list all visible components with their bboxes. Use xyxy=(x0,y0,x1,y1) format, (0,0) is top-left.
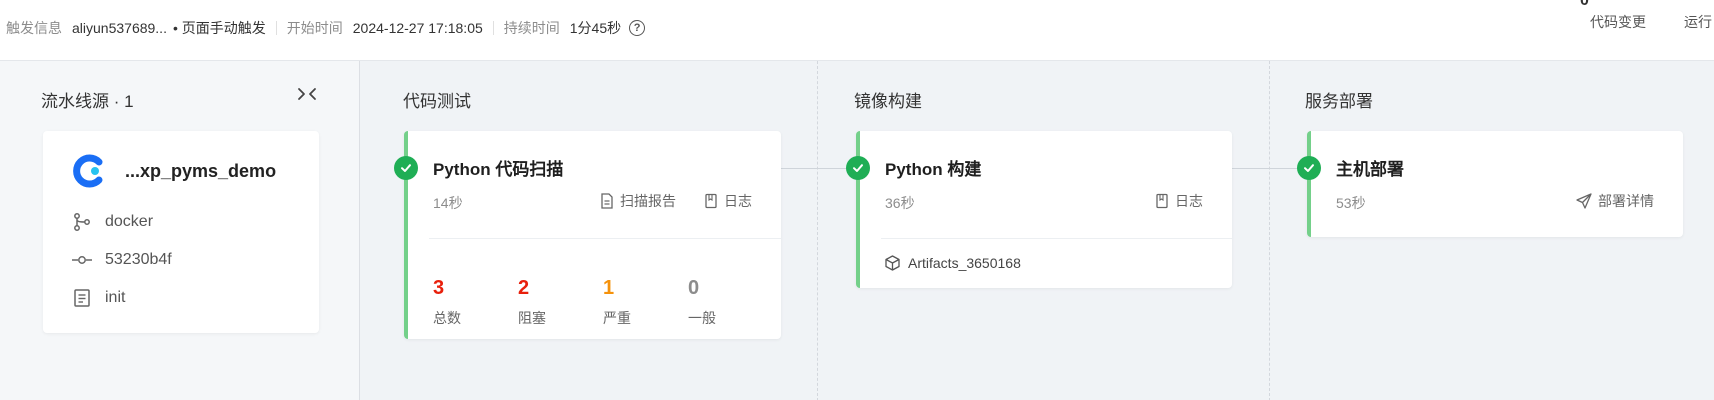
deploy-details-link[interactable]: 部署详情 xyxy=(1576,191,1654,211)
metric-blocker[interactable]: 2 阻塞 xyxy=(518,277,546,328)
stage-title-deploy: 服务部署 xyxy=(1305,92,1373,111)
source-title: 流水线源 · 1 xyxy=(41,92,134,111)
stage-title-test: 代码测试 xyxy=(403,92,471,111)
job-duration: 14秒 xyxy=(433,195,463,211)
code-changes-label[interactable]: 代码变更 xyxy=(1590,12,1646,32)
file-icon xyxy=(600,193,614,209)
metric-blocker-label: 阻塞 xyxy=(518,310,546,326)
collapse-arrows-icon[interactable] xyxy=(296,83,318,105)
card-divider xyxy=(881,238,1232,239)
book-icon xyxy=(1155,193,1169,209)
metric-critical-value: 1 xyxy=(603,277,615,299)
meta-divider xyxy=(275,21,277,35)
artifact-link[interactable]: Artifacts_3650168 xyxy=(885,255,1021,271)
job-name[interactable]: Python 代码扫描 xyxy=(433,155,563,180)
metric-critical-label: 严重 xyxy=(603,310,631,326)
log-link[interactable]: 日志 xyxy=(1155,191,1203,211)
log-label: 日志 xyxy=(1175,193,1203,209)
stage-connector xyxy=(1232,168,1300,169)
trigger-mode: • 页面手动触发 xyxy=(172,20,266,36)
source-branch-row: docker xyxy=(71,211,153,233)
branch-icon xyxy=(71,211,93,233)
metric-normal-value: 0 xyxy=(688,277,700,299)
duration-label: 持续时间 xyxy=(503,20,560,36)
start-time-label: 开始时间 xyxy=(286,20,343,36)
log-link[interactable]: 日志 xyxy=(704,191,752,211)
commit-message: init xyxy=(105,289,126,306)
code-changes-count: 0 xyxy=(1580,0,1589,9)
stage-divider xyxy=(817,61,818,400)
card-divider xyxy=(429,238,781,239)
run-meta: 触发信息 aliyun537689... • 页面手动触发 开始时间 2024-… xyxy=(6,18,646,38)
source-message-row: init xyxy=(71,287,125,309)
metric-total-label: 总数 xyxy=(433,310,461,326)
branch-name: docker xyxy=(105,213,154,230)
trigger-user[interactable]: aliyun537689... xyxy=(72,20,167,36)
source-commit-row: 53230b4f xyxy=(71,249,172,271)
duration-value: 1分45秒 xyxy=(569,20,622,36)
start-time-value: 2024-12-27 17:18:05 xyxy=(352,20,483,36)
job-card-host-deploy[interactable]: 主机部署 53秒 部署详情 xyxy=(1307,131,1683,237)
stage-title-build: 镜像构建 xyxy=(854,92,922,111)
trigger-label: 触发信息 xyxy=(6,20,62,36)
job-card-python-scan[interactable]: Python 代码扫描 14秒 扫描报告 日志 3 总数 2 阻塞 1 严重 0… xyxy=(404,131,781,339)
commit-icon xyxy=(71,249,93,271)
job-name[interactable]: 主机部署 xyxy=(1336,155,1404,180)
run-info-bar: 触发信息 aliyun537689... • 页面手动触发 开始时间 2024-… xyxy=(0,0,1714,60)
metric-total-value: 3 xyxy=(433,277,445,299)
book-icon xyxy=(704,193,718,209)
stage-connector xyxy=(780,168,848,169)
metric-blocker-value: 2 xyxy=(518,277,530,299)
metric-total[interactable]: 3 总数 xyxy=(433,277,461,328)
deploy-details-label: 部署详情 xyxy=(1598,193,1654,209)
package-icon xyxy=(885,255,900,271)
meta-divider xyxy=(492,21,494,35)
pipeline-canvas: 流水线源 · 1 ...xp_pyms_demo docker 53230b4f… xyxy=(0,60,1714,400)
repo-name[interactable]: ...xp_pyms_demo xyxy=(125,161,276,182)
pipeline-source-column: 流水线源 · 1 ...xp_pyms_demo docker 53230b4f… xyxy=(0,61,360,400)
question-circle-icon[interactable]: ? xyxy=(629,20,646,36)
stage-divider xyxy=(1269,61,1270,400)
job-duration: 36秒 xyxy=(885,195,915,211)
check-circle-icon xyxy=(1297,156,1321,180)
commit-hash[interactable]: 53230b4f xyxy=(105,251,172,269)
job-name[interactable]: Python 构建 xyxy=(885,155,981,180)
artifact-name: Artifacts_3650168 xyxy=(908,255,1021,271)
log-label: 日志 xyxy=(724,193,752,209)
job-duration: 53秒 xyxy=(1336,195,1366,211)
send-icon xyxy=(1576,193,1592,209)
codeup-logo-icon xyxy=(71,153,107,189)
job-card-python-build[interactable]: Python 构建 36秒 日志 Artifacts_3650168 xyxy=(856,131,1232,288)
run-label[interactable]: 运行 xyxy=(1684,12,1712,32)
scan-report-link[interactable]: 扫描报告 xyxy=(600,191,676,211)
check-circle-icon xyxy=(846,156,870,180)
metric-normal[interactable]: 0 一般 xyxy=(688,277,716,328)
document-icon xyxy=(71,287,93,309)
metric-normal-label: 一般 xyxy=(688,310,716,326)
scan-report-label: 扫描报告 xyxy=(620,193,676,209)
source-card[interactable]: ...xp_pyms_demo docker 53230b4f init xyxy=(43,131,319,333)
check-circle-icon xyxy=(394,156,418,180)
metric-critical[interactable]: 1 严重 xyxy=(603,277,631,328)
